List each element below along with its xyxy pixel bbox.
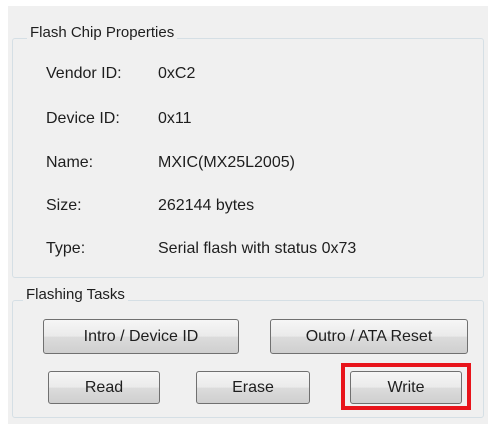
type-value: Serial flash with status 0x73 — [158, 240, 357, 257]
name-value: MXIC(MX25L2005) — [158, 154, 295, 171]
type-label: Type: — [46, 240, 86, 257]
device-id-label: Device ID: — [46, 110, 120, 127]
erase-button[interactable]: Erase — [196, 371, 310, 404]
write-button-highlight — [341, 363, 471, 410]
vendor-id-value: 0xC2 — [158, 65, 196, 82]
flash-chip-properties-title: Flash Chip Properties — [27, 24, 178, 42]
intro-device-id-button[interactable]: Intro / Device ID — [43, 319, 239, 354]
read-button[interactable]: Read — [48, 371, 160, 404]
size-value: 262144 bytes — [158, 197, 255, 214]
size-label: Size: — [46, 197, 82, 214]
flashing-tasks-title: Flashing Tasks — [23, 286, 128, 304]
outro-ata-reset-button[interactable]: Outro / ATA Reset — [270, 319, 468, 354]
properties-panel: Flash Chip Properties Vendor ID: 0xC2 De… — [8, 6, 488, 424]
device-id-value: 0x11 — [158, 110, 192, 127]
name-label: Name: — [46, 154, 94, 171]
vendor-id-label: Vendor ID: — [46, 65, 122, 82]
